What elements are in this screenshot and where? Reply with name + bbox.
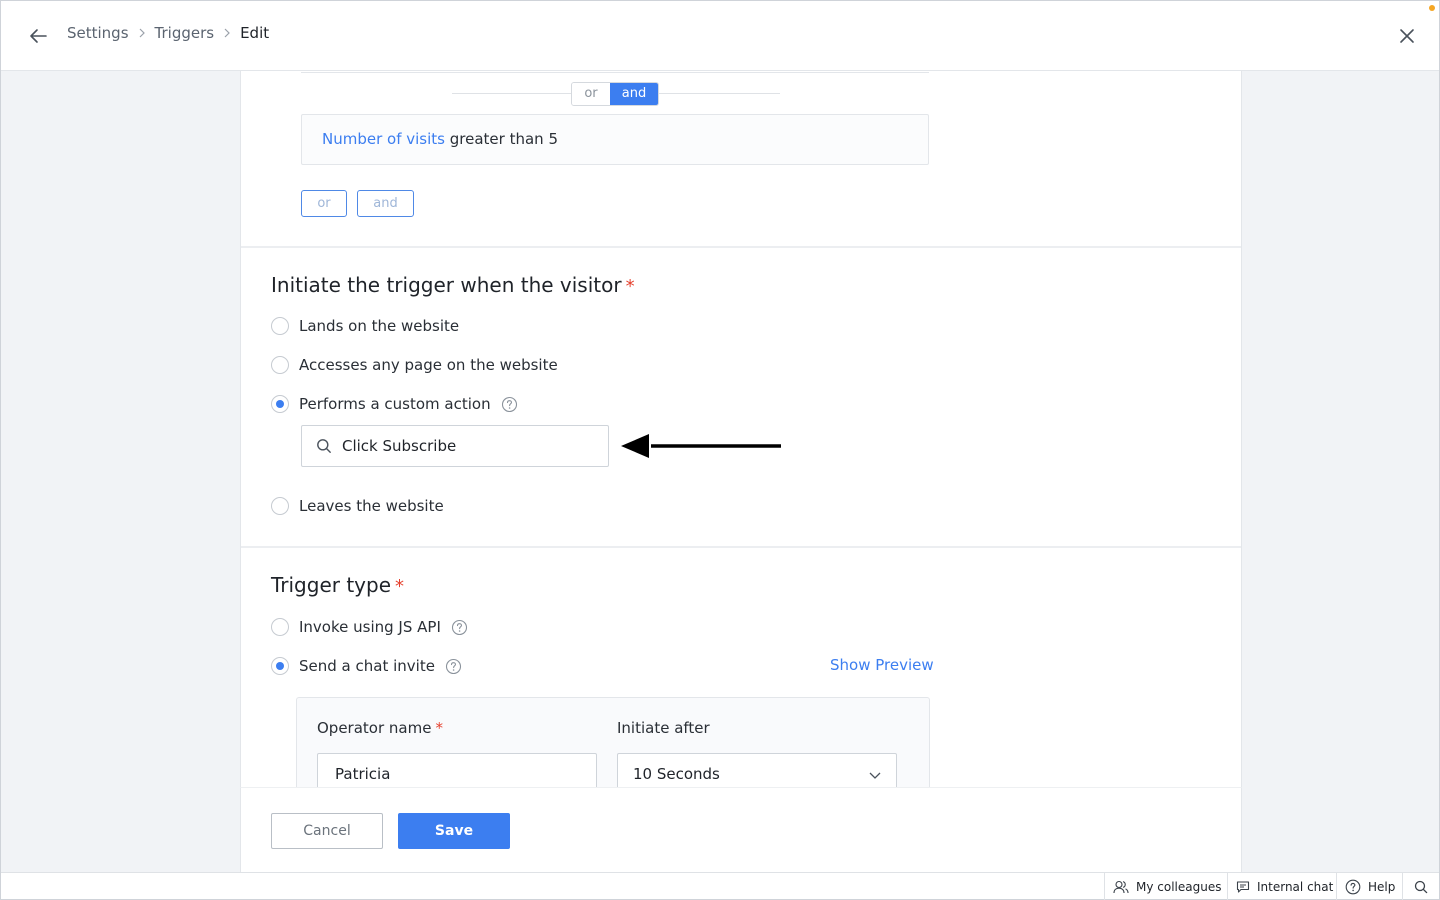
radio-label: Accesses any page on the website [299,356,558,374]
chevron-down-icon [869,772,881,779]
notification-dot [1429,5,1435,11]
radio-button-checked[interactable] [271,395,289,413]
radio-label: Leaves the website [299,497,444,515]
initiate-after-select[interactable]: 10 Seconds [617,753,897,787]
save-button[interactable]: Save [398,813,510,849]
global-search-button[interactable] [1402,873,1439,900]
trigger-type-section-title: Trigger type * [271,573,405,597]
cancel-button[interactable]: Cancel [271,813,383,849]
radio-label: Invoke using JS API [299,618,441,636]
search-icon [317,439,331,453]
join-and-option[interactable]: and [610,83,658,105]
radio-lands-on-website[interactable]: Lands on the website [271,317,459,335]
criteria-expression: greater than 5 [449,130,558,148]
initiate-section-title: Initiate the trigger when the visitor * [271,273,635,297]
chat-icon [1236,880,1250,893]
radio-label: Lands on the website [299,317,460,335]
annotation-arrow-icon [621,434,781,458]
breadcrumb: Settings Triggers Edit [67,24,269,42]
section-divider [241,246,1241,248]
previous-condition-box-edge [301,71,929,73]
colleagues-icon [1113,880,1129,893]
radio-button-checked[interactable] [271,657,289,675]
initiate-after-label: Initiate after [617,719,710,737]
add-or-condition-button[interactable]: or [301,190,347,217]
condition-join-toggle: or and [571,82,659,106]
add-and-condition-button[interactable]: and [357,190,414,217]
operator-name-label: Operator name * [317,719,443,737]
required-mark: * [395,576,405,597]
radio-leaves-website[interactable]: Leaves the website [271,497,444,515]
initiate-after-value: 10 Seconds [633,765,720,783]
help-icon[interactable] [445,658,462,675]
radio-send-chat-invite[interactable]: Send a chat invite [271,657,462,675]
form-footer: Cancel Save [240,787,1242,872]
radio-invoke-js-api[interactable]: Invoke using JS API [271,618,468,636]
internal-chat-button[interactable]: Internal chat [1227,873,1341,900]
radio-performs-custom-action[interactable]: Performs a custom action [271,395,518,413]
operator-name-input[interactable]: Patricia [317,753,597,787]
my-colleagues-button[interactable]: My colleagues [1104,873,1229,900]
chat-invite-settings: Operator name * Initiate after Patricia 1… [296,697,930,787]
section-divider [241,546,1241,548]
close-icon[interactable] [1396,25,1418,47]
chevron-right-icon [224,28,230,38]
breadcrumb-triggers[interactable]: Triggers [155,24,215,42]
help-icon [1345,879,1361,894]
radio-accesses-any-page[interactable]: Accesses any page on the website [271,356,558,374]
help-icon[interactable] [501,396,518,413]
radio-button[interactable] [271,497,289,515]
radio-button[interactable] [271,618,289,636]
custom-action-search-input[interactable]: Click Subscribe [301,425,609,467]
custom-action-value: Click Subscribe [342,437,457,455]
radio-label: Performs a custom action [299,395,491,413]
back-arrow-icon[interactable] [27,25,49,47]
condition-criteria[interactable]: Number of visits greater than 5 [301,114,929,165]
show-preview-link[interactable]: Show Preview [830,656,934,674]
status-bar: My colleagues Internal chat Help [1,872,1439,900]
trigger-edit-panel[interactable]: or and Number of visits greater than 5 o… [240,71,1242,787]
chevron-right-icon [139,28,145,38]
required-mark: * [435,719,443,737]
criteria-field[interactable]: Number of visits [322,130,445,148]
breadcrumb-edit: Edit [240,24,270,42]
help-icon[interactable] [451,619,468,636]
radio-label: Send a chat invite [299,657,435,675]
search-icon [1414,880,1428,893]
top-bar: Settings Triggers Edit [1,1,1439,71]
radio-button[interactable] [271,317,289,335]
help-button[interactable]: Help [1336,873,1403,900]
join-or-option[interactable]: or [572,83,610,105]
breadcrumb-settings[interactable]: Settings [67,24,129,42]
required-mark: * [625,276,635,297]
radio-button[interactable] [271,356,289,374]
